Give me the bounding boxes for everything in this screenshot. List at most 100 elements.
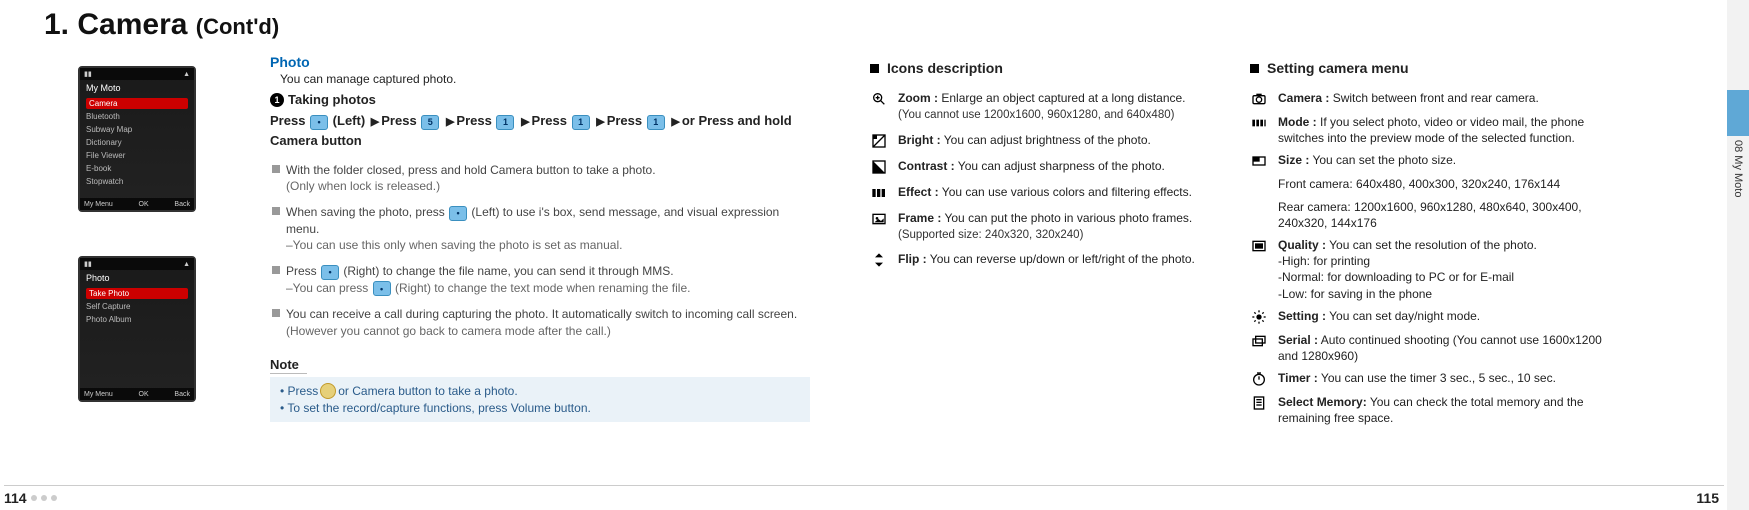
camera-icon <box>1250 90 1268 108</box>
setting-line: -Normal: for downloading to PC or for E-… <box>1278 269 1610 285</box>
settings-column: Setting camera menu Camera : Switch betw… <box>1220 0 1620 510</box>
bright-icon <box>870 132 888 150</box>
setting-desc: You can set day/night mode. <box>1329 309 1480 323</box>
icon-label: Effect : <box>898 185 939 199</box>
bullet-sub: (However you cannot go back to camera mo… <box>286 323 797 339</box>
softkey: Back <box>174 201 190 208</box>
page-title: 1. Camera (Cont'd) <box>44 8 279 42</box>
list-item: Dictionary <box>86 137 188 148</box>
bullet-text: You can receive a call during capturing … <box>286 306 797 322</box>
icon-row: Bright : You can adjust brightness of th… <box>870 132 1210 150</box>
setting-desc: Auto continued shooting (You cannot use … <box>1278 333 1602 363</box>
list-item: File Viewer <box>86 150 188 161</box>
settings-title: Setting camera menu <box>1267 60 1409 76</box>
step-title: Taking photos <box>288 92 376 107</box>
key-icon: 1 <box>572 115 590 130</box>
step-number-icon: 1 <box>270 93 284 107</box>
list-item: E-book <box>86 163 188 174</box>
setting-desc: You can set the resolution of the photo. <box>1329 238 1537 252</box>
list-item: Stopwatch <box>86 176 188 187</box>
icon-label: Bright : <box>898 133 941 147</box>
phone-screenshot-1: ▮▮▲ My Moto Camera Bluetooth Subway Map … <box>78 66 196 212</box>
icons-heading: Icons description <box>870 60 1210 76</box>
icon-label: Flip : <box>898 252 927 266</box>
square-bullet-icon <box>870 64 879 73</box>
setting-row: Select Memory: You can check the total m… <box>1250 394 1610 426</box>
icon-desc: You can adjust sharpness of the photo. <box>958 159 1165 173</box>
icon-desc: You can adjust brightness of the photo. <box>944 133 1151 147</box>
zoom-icon <box>870 90 888 108</box>
bullet-icon <box>272 165 280 173</box>
key-icon: • <box>321 265 339 280</box>
setting-label: Quality : <box>1278 238 1326 252</box>
quality-icon <box>1250 237 1268 255</box>
setting-row: Quality : You can set the resolution of … <box>1250 237 1610 302</box>
mode-icon <box>1250 114 1268 132</box>
shot1-highlight: Camera <box>86 98 188 109</box>
title-main: 1. Camera <box>44 8 187 41</box>
key-icon: • <box>373 281 391 296</box>
step-heading: 1 Taking photos <box>270 92 810 107</box>
side-tab: 08 My Moto <box>1727 0 1749 510</box>
bullet-item: You can receive a call during capturing … <box>272 306 810 338</box>
section-intro: You can manage captured photo. <box>280 72 810 86</box>
setting-row: Size : You can set the photo size. <box>1250 152 1610 170</box>
footer-right: 115 <box>1684 490 1719 506</box>
shot2-highlight: Take Photo <box>86 288 188 299</box>
icon-extra: (You cannot use 1200x1600, 960x1280, and… <box>898 108 1210 124</box>
bullet-icon <box>272 309 280 317</box>
page-number-left: 114 <box>4 490 27 506</box>
setting-label: Timer : <box>1278 371 1318 385</box>
footer-left: 114 <box>4 485 1724 506</box>
setting-line: Rear camera: 1200x1600, 960x1280, 480x64… <box>1278 199 1610 231</box>
frame-icon <box>870 210 888 228</box>
bullet-sub: –You can use this only when saving the p… <box>286 237 810 253</box>
list-item: Self Capture <box>86 301 188 312</box>
softkey: My Menu <box>84 391 113 398</box>
icon-extra: (Supported size: 240x320, 320x240) <box>898 228 1210 244</box>
key-icon: 5 <box>421 115 439 130</box>
bullet-text: When saving the photo, press • (Left) to… <box>286 204 810 237</box>
bullet-icon <box>272 266 280 274</box>
settings-heading: Setting camera menu <box>1250 60 1610 76</box>
timer-icon <box>1250 370 1268 388</box>
setting-desc: Switch between front and rear camera. <box>1333 91 1539 105</box>
bullet-item: With the folder closed, press and hold C… <box>272 162 810 194</box>
setting-label: Setting : <box>1278 309 1326 323</box>
icon-desc: Enlarge an object captured at a long dis… <box>941 91 1185 105</box>
softkey: OK <box>139 391 149 398</box>
bullet-icon <box>272 207 280 215</box>
note-box: Note • Press or Camera button to take a … <box>270 357 810 423</box>
icon-desc: You can reverse up/down or left/right of… <box>930 252 1195 266</box>
list-item: Subway Map <box>86 124 188 135</box>
bullet-sub: (Only when lock is released.) <box>286 178 656 194</box>
setting-row: Serial : Auto continued shooting (You ca… <box>1250 332 1610 364</box>
icon-row: Contrast : You can adjust sharpness of t… <box>870 158 1210 176</box>
setting-label: Mode : <box>1278 115 1317 129</box>
setting-line: Front camera: 640x480, 400x300, 320x240,… <box>1278 176 1610 192</box>
list-item: Bluetooth <box>86 111 188 122</box>
key-icon: • <box>310 115 328 130</box>
icon-desc: You can use various colors and filtering… <box>942 185 1192 199</box>
note-title: Note <box>270 357 307 374</box>
icons-column: Icons description Zoom : Enlarge an obje… <box>830 0 1220 510</box>
note-body: • Press or Camera button to take a photo… <box>270 377 810 423</box>
bullet-item: Press • (Right) to change the file name,… <box>272 263 810 296</box>
icon-desc: You can put the photo in various photo f… <box>944 211 1192 225</box>
flip-icon <box>870 251 888 269</box>
square-bullet-icon <box>1250 64 1259 73</box>
icon-row: Frame : You can put the photo in various… <box>870 210 1210 244</box>
effect-icon <box>870 184 888 202</box>
setting-desc: You can set the photo size. <box>1312 153 1456 167</box>
setting-desc: If you select photo, video or video mail… <box>1278 115 1584 145</box>
setting-label: Select Memory: <box>1278 395 1367 409</box>
bullet-text: Press • (Right) to change the file name,… <box>286 263 690 280</box>
setting-label: Camera : <box>1278 91 1329 105</box>
bullet-list: With the folder closed, press and hold C… <box>272 162 810 339</box>
icon-row: Effect : You can use various colors and … <box>870 184 1210 202</box>
contrast-icon <box>870 158 888 176</box>
key-icon: • <box>449 206 467 221</box>
setting-label: Serial : <box>1278 333 1318 347</box>
size-icon <box>1250 152 1268 170</box>
setting-row: Setting : You can set day/night mode. <box>1250 308 1610 326</box>
